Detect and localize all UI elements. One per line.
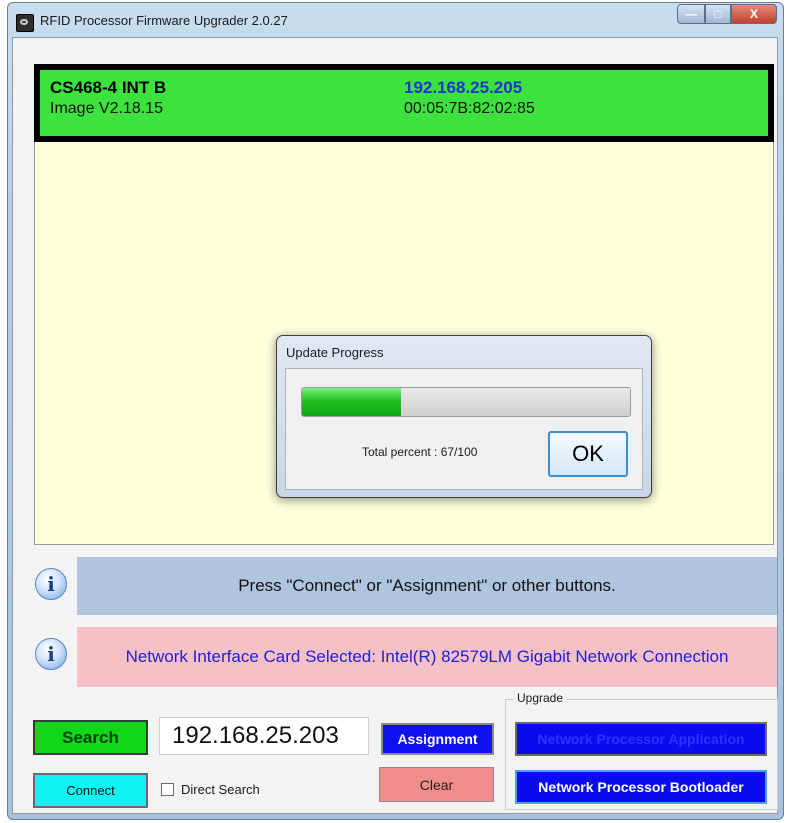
device-mac: 00:05:7B:82:02:85: [404, 100, 535, 117]
minimize-button[interactable]: —: [677, 4, 705, 24]
progress-bar-fill: [302, 388, 401, 416]
direct-search-checkbox[interactable]: [161, 783, 174, 796]
ok-button[interactable]: OK: [548, 431, 628, 477]
dialog-body: Total percent : 67/100 OK: [285, 368, 643, 490]
direct-search-label: Direct Search: [181, 782, 260, 797]
network-processor-bootloader-button[interactable]: Network Processor Bootloader: [515, 770, 767, 804]
device-card-body: CS468-4 INT B Image V2.18.15 192.168.25.…: [40, 70, 768, 136]
nic-message: Network Interface Card Selected: Intel(R…: [125, 647, 729, 666]
ip-address-input[interactable]: 192.168.25.203: [159, 717, 369, 755]
clear-button[interactable]: Clear: [379, 767, 494, 802]
maximize-icon: □: [714, 7, 722, 21]
search-button[interactable]: Search: [33, 720, 148, 755]
network-processor-application-button[interactable]: Network Processor Application: [515, 722, 767, 756]
window-controls: — □ X: [677, 4, 777, 24]
progress-text: Total percent : 67/100: [362, 445, 478, 459]
update-progress-dialog: Update Progress Total percent : 67/100 O…: [276, 335, 652, 498]
info-icon-glyph: i: [47, 572, 55, 596]
dialog-title: Update Progress: [286, 345, 384, 360]
info-icon: i: [35, 568, 67, 600]
status-message: Press "Connect" or "Assignment" or other…: [238, 576, 616, 595]
minimize-icon: —: [685, 7, 697, 21]
device-name: CS468-4 INT B: [50, 78, 167, 97]
status-message-bar: Press "Connect" or "Assignment" or other…: [77, 557, 777, 615]
device-card[interactable]: CS468-4 INT B Image V2.18.15 192.168.25.…: [34, 64, 774, 142]
window-title: RFID Processor Firmware Upgrader 2.0.27: [40, 13, 288, 28]
maximize-button[interactable]: □: [705, 4, 731, 24]
app-icon: [16, 14, 34, 32]
nic-message-bar: Network Interface Card Selected: Intel(R…: [77, 627, 777, 687]
progress-bar: [301, 387, 631, 417]
close-icon: X: [749, 7, 758, 21]
device-image-version: Image V2.18.15: [50, 100, 163, 117]
assignment-button[interactable]: Assignment: [381, 723, 494, 755]
info-icon: i: [35, 638, 67, 670]
upgrade-legend: Upgrade: [513, 691, 568, 705]
device-ip: 192.168.25.205: [404, 78, 523, 97]
info-icon-glyph: i: [47, 642, 55, 666]
close-button[interactable]: X: [731, 4, 777, 24]
title-bar[interactable]: RFID Processor Firmware Upgrader 2.0.27 …: [8, 3, 783, 39]
connect-button[interactable]: Connect: [33, 773, 148, 808]
